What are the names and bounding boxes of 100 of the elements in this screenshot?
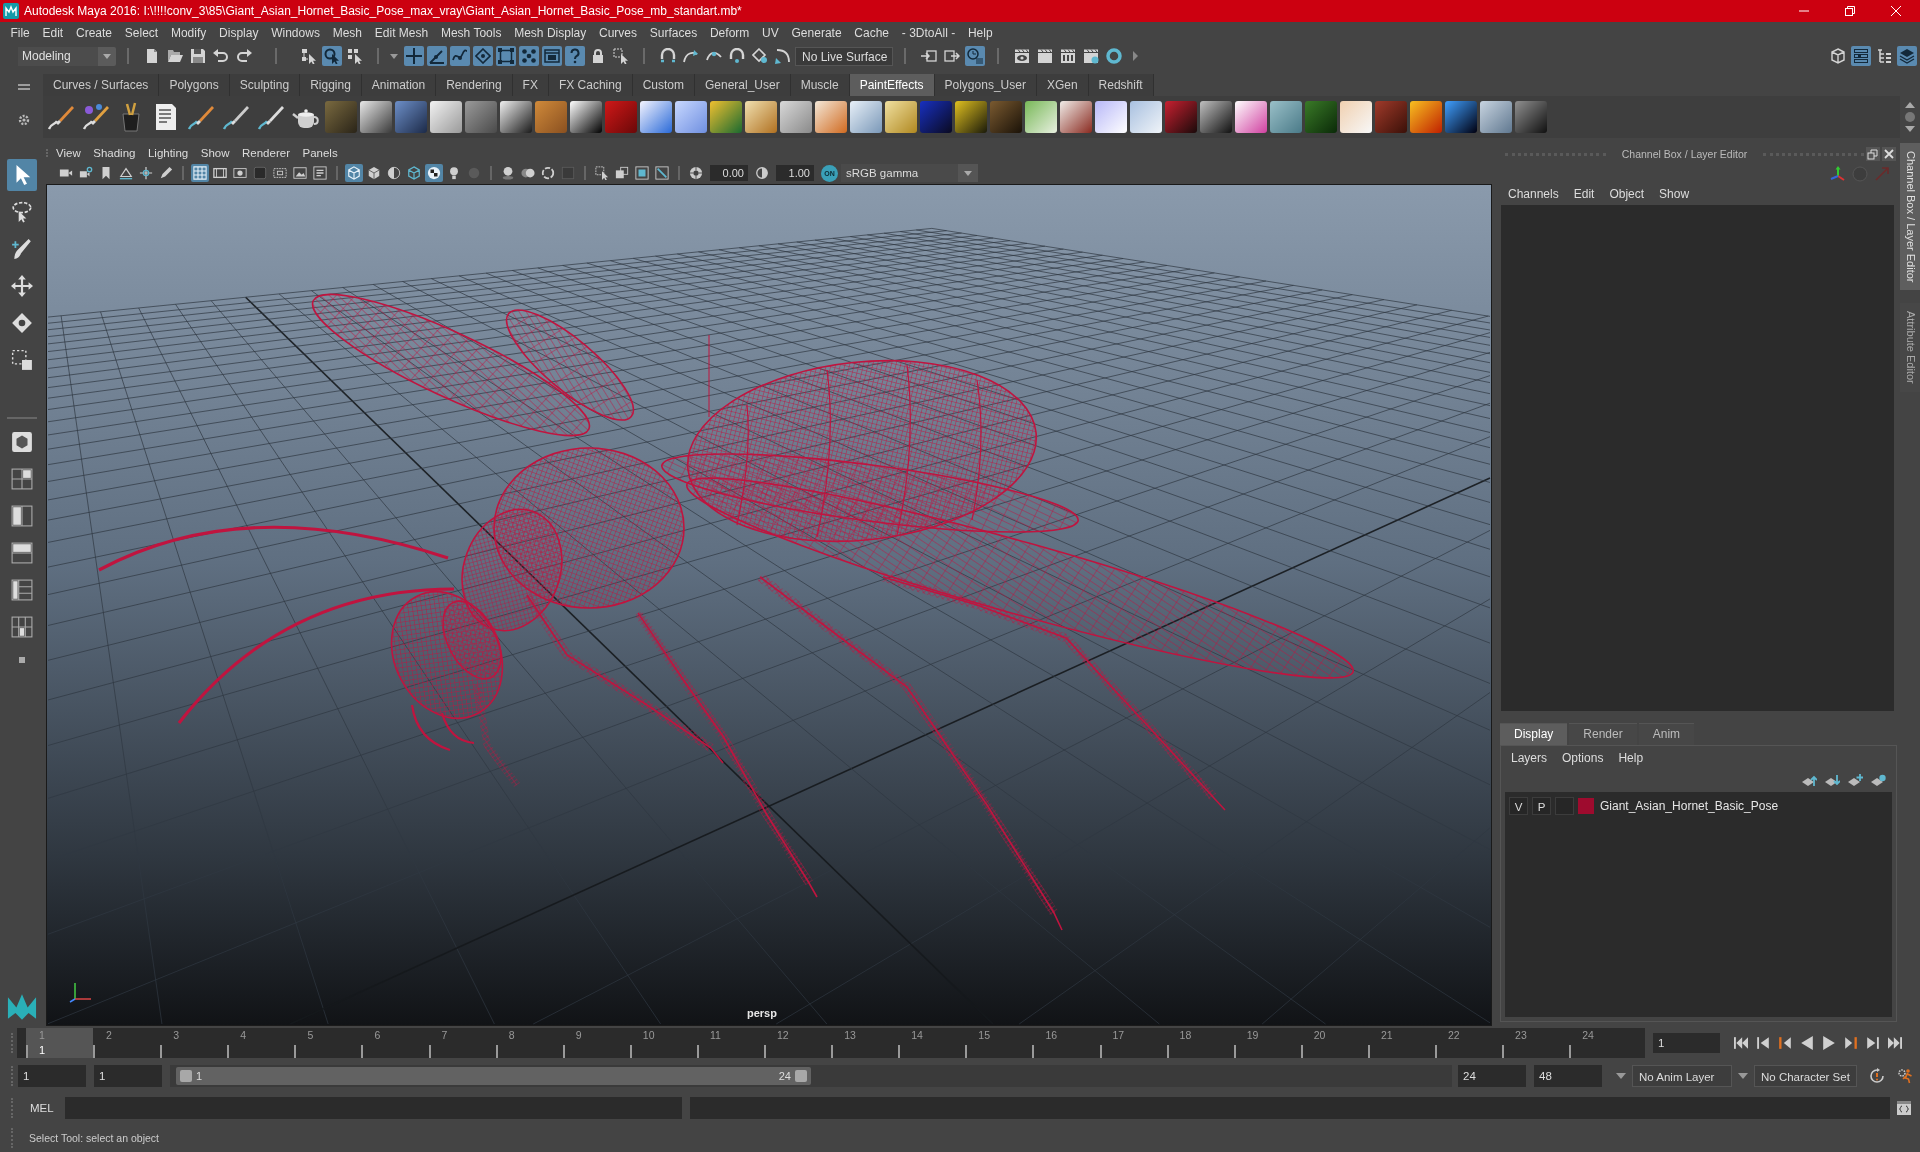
menu-item[interactable]: UV: [755, 26, 786, 40]
slider-handle[interactable]: [180, 1070, 192, 1082]
texture-swatch-icon[interactable]: [1165, 101, 1197, 133]
slider-handle[interactable]: [795, 1070, 807, 1082]
shelf-tab[interactable]: Sculpting: [229, 74, 301, 96]
layer-name[interactable]: Giant_Asian_Hornet_Basic_Pose: [1600, 799, 1779, 813]
four-pane-icon[interactable]: [11, 468, 33, 490]
frame-cell[interactable]: 17: [1099, 1028, 1167, 1058]
animation-end-field[interactable]: 48: [1534, 1065, 1602, 1087]
close-icon[interactable]: [1891, 6, 1901, 16]
menu-item[interactable]: Select: [118, 26, 165, 40]
axis-icon[interactable]: [1830, 166, 1846, 182]
gamma-field[interactable]: 1.00: [776, 165, 814, 181]
menu-item[interactable]: Help: [961, 26, 1000, 40]
frame-cell[interactable]: 21: [1367, 1028, 1435, 1058]
anim-layer-dropdown[interactable]: No Anim Layer: [1632, 1065, 1732, 1087]
menu-item[interactable]: Surfaces: [643, 26, 704, 40]
texture-swatch-icon[interactable]: [395, 101, 427, 133]
frame-cell[interactable]: 14: [898, 1028, 966, 1058]
frame-cell[interactable]: 3: [160, 1028, 228, 1058]
dashed-ring-icon[interactable]: [539, 164, 557, 182]
frame-cell[interactable]: 15: [965, 1028, 1033, 1058]
range-slider-track[interactable]: 1 24: [170, 1065, 1452, 1087]
corner-frame-icon[interactable]: [495, 46, 516, 66]
character-set-dropdown[interactable]: No Character Set: [1754, 1065, 1857, 1087]
shaded-cube-icon[interactable]: [365, 164, 383, 182]
restore-icon[interactable]: [1845, 6, 1855, 16]
play-forward-icon[interactable]: [1822, 1036, 1836, 1050]
command-input-field[interactable]: [65, 1097, 682, 1119]
visibility-toggle[interactable]: V: [1509, 797, 1528, 815]
step-back-key-icon[interactable]: [1778, 1036, 1792, 1050]
texture-swatch-icon[interactable]: [745, 101, 777, 133]
menu-item[interactable]: Help: [1618, 751, 1644, 765]
shelf-tab[interactable]: XGen: [1036, 74, 1089, 96]
skip-to-start-icon[interactable]: [1734, 1036, 1748, 1050]
shelf-tab[interactable]: FX: [512, 74, 549, 96]
texture-swatch-icon[interactable]: [605, 101, 637, 133]
menu-item[interactable]: Show: [1659, 187, 1690, 201]
float-window-icon[interactable]: [1866, 147, 1880, 161]
texture-swatch-icon[interactable]: [1235, 101, 1267, 133]
film-icon[interactable]: [541, 46, 562, 66]
skip-to-end-icon[interactable]: [1888, 1036, 1902, 1050]
stacked-pane-icon[interactable]: [11, 542, 33, 564]
texture-swatch-icon[interactable]: [955, 101, 987, 133]
nested-square-icon[interactable]: [633, 164, 651, 182]
frame-cell[interactable]: 2: [93, 1028, 161, 1058]
menu-item[interactable]: Modify: [164, 26, 213, 40]
half-circle-icon[interactable]: [753, 164, 771, 182]
diamond-icon[interactable]: [472, 46, 493, 66]
frame-cell[interactable]: 4: [227, 1028, 295, 1058]
shelf-tab[interactable]: Rigging: [300, 74, 362, 96]
shelf-tab[interactable]: Polygons: [159, 74, 230, 96]
code-window-icon[interactable]: [1896, 1100, 1912, 1116]
menu-item[interactable]: Edit: [1573, 187, 1595, 201]
menu-item[interactable]: Display: [212, 26, 265, 40]
circle-cursor-icon[interactable]: [321, 46, 342, 66]
texture-swatch-icon[interactable]: [850, 101, 882, 133]
diamond-dot-icon[interactable]: [749, 46, 770, 66]
texture-swatch-icon[interactable]: [1480, 101, 1512, 133]
shelf-tab[interactable]: PaintEffects: [849, 74, 935, 96]
menu-item[interactable]: - 3DtoAll -: [895, 26, 962, 40]
texture-swatch-icon[interactable]: [1515, 101, 1547, 133]
texture-swatch-icon[interactable]: [710, 101, 742, 133]
layers-icon[interactable]: [1896, 46, 1917, 66]
current-time-field[interactable]: 1: [1653, 1033, 1720, 1053]
texture-swatch-icon[interactable]: [675, 101, 707, 133]
script-language-toggle[interactable]: MEL: [18, 1102, 64, 1114]
texture-swatch-icon[interactable]: [430, 101, 462, 133]
frame-cell[interactable]: 22: [1434, 1028, 1503, 1058]
texture-swatch-icon[interactable]: [1270, 101, 1302, 133]
menu-item[interactable]: Curves: [592, 26, 644, 40]
frame-cell[interactable]: 6: [361, 1028, 429, 1058]
menu-item[interactable]: Show: [200, 146, 230, 159]
step-forward-icon[interactable]: [1866, 1036, 1880, 1050]
menu-item[interactable]: Mesh: [326, 26, 369, 40]
clock-list-icon[interactable]: [964, 46, 985, 66]
texture-swatch-icon[interactable]: [1375, 101, 1407, 133]
frame-cell[interactable]: 9: [562, 1028, 630, 1058]
menu-item[interactable]: Shading: [93, 146, 136, 159]
scroll-down-icon[interactable]: [1905, 126, 1915, 132]
time-slider[interactable]: 1 1 2 3 4 5 6 7 8 9 10 11 12 13 14 15 16 17 18 19 20 21 22 23 24: [17, 1028, 1645, 1058]
menu-item[interactable]: View: [56, 146, 81, 159]
side-tab[interactable]: Channel Box / Layer Editor: [1900, 143, 1920, 291]
menu-item[interactable]: Edit Mesh: [368, 26, 435, 40]
frame-cell[interactable]: 24: [1569, 1028, 1637, 1058]
frame-cell[interactable]: 7: [428, 1028, 496, 1058]
menu-item[interactable]: Options: [1562, 751, 1604, 765]
running-figure-icon[interactable]: [1896, 1068, 1913, 1084]
menu-item[interactable]: Cache: [847, 26, 896, 40]
texture-swatch-icon[interactable]: [1445, 101, 1477, 133]
menu-item[interactable]: Edit: [36, 26, 70, 40]
texture-swatch-icon[interactable]: [1340, 101, 1372, 133]
shelf-tab[interactable]: Curves / Surfaces: [43, 74, 160, 96]
playback-end-field[interactable]: 24: [1458, 1065, 1526, 1087]
dashed-box-cursor-icon[interactable]: [610, 46, 631, 66]
menu-item[interactable]: Layers: [1511, 751, 1548, 765]
layer-plus-icon[interactable]: [1847, 773, 1863, 787]
shelf-tab[interactable]: Custom: [632, 74, 695, 96]
step-forward-key-icon[interactable]: [1844, 1036, 1858, 1050]
texture-swatch-icon[interactable]: [465, 101, 497, 133]
